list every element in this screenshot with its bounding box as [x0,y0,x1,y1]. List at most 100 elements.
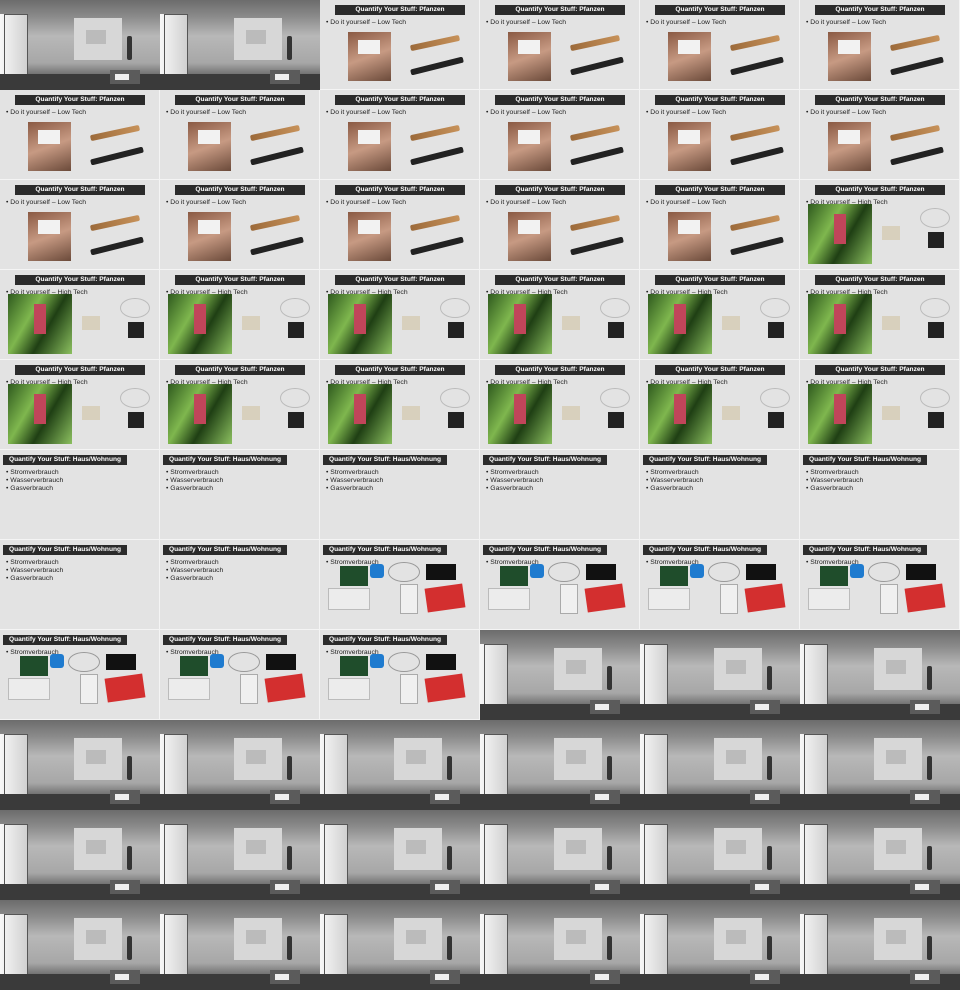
room-photo-tile [160,720,320,810]
slide-title: Quantify Your Stuff: Pfanzen [815,185,945,195]
room-photo-screen [234,18,282,60]
board3-image [264,673,306,703]
slide-tile: Quantify Your Stuff: PfanzenDo it yourse… [160,360,320,450]
room-photo-person [927,666,932,690]
room-photo-person [127,846,132,870]
hand-image [508,212,551,261]
hand-image [348,212,391,261]
cable-image [760,388,790,408]
slide-title: Quantify Your Stuff: Haus/Wohnung [163,455,287,465]
bullet-item: Do it yourself – Low Tech [646,19,726,27]
sensor-image [690,564,704,578]
room-photo-screen [554,828,602,870]
room-photo-screen [714,828,762,870]
slide-tile: Quantify Your Stuff: Haus/WohnungStromve… [640,540,800,630]
router-image [8,678,50,700]
room-photo-sign [755,974,769,980]
room-photo-tile [480,630,640,720]
slide-bullets: StromverbrauchWasserverbrauchGasverbrauc… [646,469,703,493]
bullet-item: Do it yourself – Low Tech [166,109,246,117]
hand-image [188,212,231,261]
room-photo-frame [164,734,188,796]
cable-image [760,298,790,318]
slide-bullets: Do it yourself – Low Tech [166,199,246,207]
bullet-item: Stromverbrauch [806,469,863,477]
room-photo-tile [320,900,480,990]
bullet-item: Gasverbrauch [166,575,223,583]
board2-image [746,564,776,580]
router-image [808,588,850,610]
room-photo-person [927,936,932,960]
probe1-image [249,214,301,232]
room-photo-sign [915,884,929,890]
slide-title: Quantify Your Stuff: Pfanzen [655,365,785,375]
router-image [648,588,690,610]
bullet-item: Wasserverbrauch [806,477,863,485]
room-photo-sign [435,884,449,890]
plant-image [488,384,552,444]
slide-bullets: Do it yourself – Low Tech [806,109,886,117]
slide-tile: Quantify Your Stuff: PfanzenDo it yourse… [480,270,640,360]
room-photo-sign [755,704,769,710]
room-photo-person [287,936,292,960]
room-photo-screen [554,918,602,960]
slide-tile: Quantify Your Stuff: PfanzenDo it yourse… [800,360,960,450]
slide-title: Quantify Your Stuff: Pfanzen [815,5,945,15]
slide-bullets: Do it yourself – Low Tech [326,199,406,207]
slide-title: Quantify Your Stuff: Pfanzen [815,365,945,375]
room-photo-tile [480,900,640,990]
plant-image [648,384,712,444]
bullet-item: Wasserverbrauch [326,477,383,485]
room-photo-person [127,936,132,960]
board3-image [744,583,786,613]
room-photo-screen [394,738,442,780]
bullet-item: Gasverbrauch [6,575,63,583]
meter-image [240,674,258,704]
slide-tile: Quantify Your Stuff: Haus/WohnungStromve… [160,630,320,720]
slide-title: Quantify Your Stuff: Haus/Wohnung [483,545,607,555]
slide-tile: Quantify Your Stuff: PfanzenDo it yourse… [640,180,800,270]
sensor-image [370,654,384,668]
room-photo-sign [595,704,609,710]
slide-tile: Quantify Your Stuff: PfanzenDo it yourse… [640,0,800,90]
bullet-item: Stromverbrauch [166,559,223,567]
room-photo-screen [554,648,602,690]
room-photo-screen [874,738,922,780]
slide-title: Quantify Your Stuff: Pfanzen [175,365,305,375]
hand-image [28,122,71,171]
board3-image [424,583,466,613]
room-photo-sign [755,884,769,890]
room-photo-person [607,756,612,780]
room-photo-sign [435,794,449,800]
room-photo-person [607,666,612,690]
bullet-item: Do it yourself – Low Tech [6,199,86,207]
board2-image [106,654,136,670]
router-image [328,588,370,610]
room-photo-screen [234,918,282,960]
room-photo-person [767,846,772,870]
plant-image [168,294,232,354]
slide-tile: Quantify Your Stuff: Haus/WohnungStromve… [160,540,320,630]
slide-title: Quantify Your Stuff: Haus/Wohnung [643,455,767,465]
wires-image [708,562,740,582]
meter-image [720,584,738,614]
room-photo-tile [800,900,960,990]
sensor-image [210,654,224,668]
plant-image [8,384,72,444]
slide-title: Quantify Your Stuff: Haus/Wohnung [323,545,447,555]
plant-image [328,384,392,444]
contact-sheet-grid: Quantify Your Stuff: Pfanzen Do it yourse… [0,0,960,990]
hand-image [348,32,391,81]
room-photo-screen [874,918,922,960]
router-image [328,678,370,700]
probe2-image [730,236,784,256]
bullet-item: Stromverbrauch [6,469,63,477]
slide-bullets: StromverbrauchWasserverbrauchGasverbrauc… [166,469,223,493]
hand-image [668,212,711,261]
room-photo-tile [800,810,960,900]
bullet-item: Stromverbrauch [486,469,543,477]
bullet-item: Wasserverbrauch [646,477,703,485]
cable-image [920,208,950,228]
bullet-item: Gasverbrauch [806,485,863,493]
probe2-image [890,146,944,166]
